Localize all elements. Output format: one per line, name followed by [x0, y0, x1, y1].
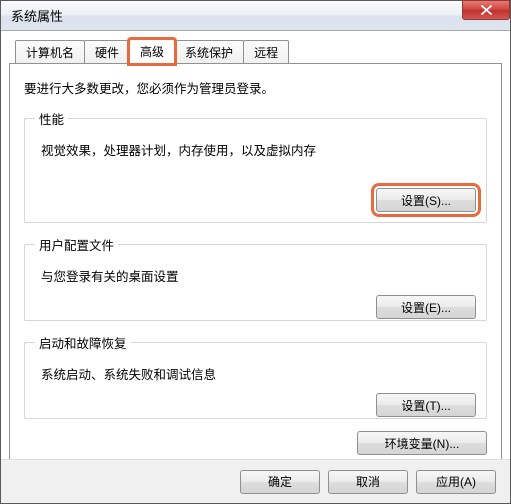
- tab-remote[interactable]: 远程: [243, 40, 289, 64]
- apply-button[interactable]: 应用(A): [416, 470, 496, 494]
- cancel-button[interactable]: 取消: [328, 470, 408, 494]
- performance-settings-button[interactable]: 设置(S)...: [376, 188, 476, 212]
- system-properties-window: 系统属性 计算机名 硬件 高级 系统保护 远程 要进行大多数更改，您必须作为管理…: [0, 0, 511, 504]
- tab-strip: 计算机名 硬件 高级 系统保护 远程: [9, 39, 502, 63]
- titlebar: 系统属性: [1, 1, 510, 31]
- performance-group: 性能 视觉效果，处理器计划，内存使用，以及虚拟内存 设置(S)...: [24, 109, 487, 223]
- user-profiles-desc: 与您登录有关的桌面设置: [41, 266, 476, 285]
- window-title: 系统属性: [11, 6, 63, 25]
- user-profiles-legend: 用户配置文件: [35, 235, 118, 254]
- tab-advanced[interactable]: 高级: [129, 39, 175, 64]
- environment-variables-button[interactable]: 环境变量(N)...: [357, 431, 487, 455]
- user-profiles-settings-button[interactable]: 设置(E)...: [376, 295, 476, 319]
- startup-recovery-legend: 启动和故障恢复: [35, 333, 131, 352]
- tab-system-protection[interactable]: 系统保护: [174, 40, 244, 64]
- ok-button[interactable]: 确定: [240, 470, 320, 494]
- advanced-panel: 要进行大多数更改，您必须作为管理员登录。 性能 视觉效果，处理器计划，内存使用，…: [9, 63, 502, 488]
- tab-hardware[interactable]: 硬件: [84, 40, 130, 64]
- performance-desc: 视觉效果，处理器计划，内存使用，以及虚拟内存: [41, 140, 476, 159]
- user-profiles-group: 用户配置文件 与您登录有关的桌面设置 设置(E)...: [24, 235, 487, 321]
- tab-computer-name[interactable]: 计算机名: [15, 40, 85, 64]
- admin-note: 要进行大多数更改，您必须作为管理员登录。: [24, 78, 487, 97]
- performance-legend: 性能: [35, 109, 68, 128]
- close-icon: [481, 5, 492, 15]
- dialog-footer: 确定 取消 应用(A): [1, 459, 510, 503]
- startup-recovery-group: 启动和故障恢复 系统启动、系统失败和调试信息 设置(T)...: [24, 333, 487, 419]
- close-button[interactable]: [462, 0, 510, 20]
- startup-recovery-settings-button[interactable]: 设置(T)...: [376, 393, 476, 417]
- startup-recovery-desc: 系统启动、系统失败和调试信息: [41, 364, 476, 383]
- content-area: 计算机名 硬件 高级 系统保护 远程 要进行大多数更改，您必须作为管理员登录。 …: [1, 31, 510, 488]
- env-row: 环境变量(N)...: [24, 431, 487, 455]
